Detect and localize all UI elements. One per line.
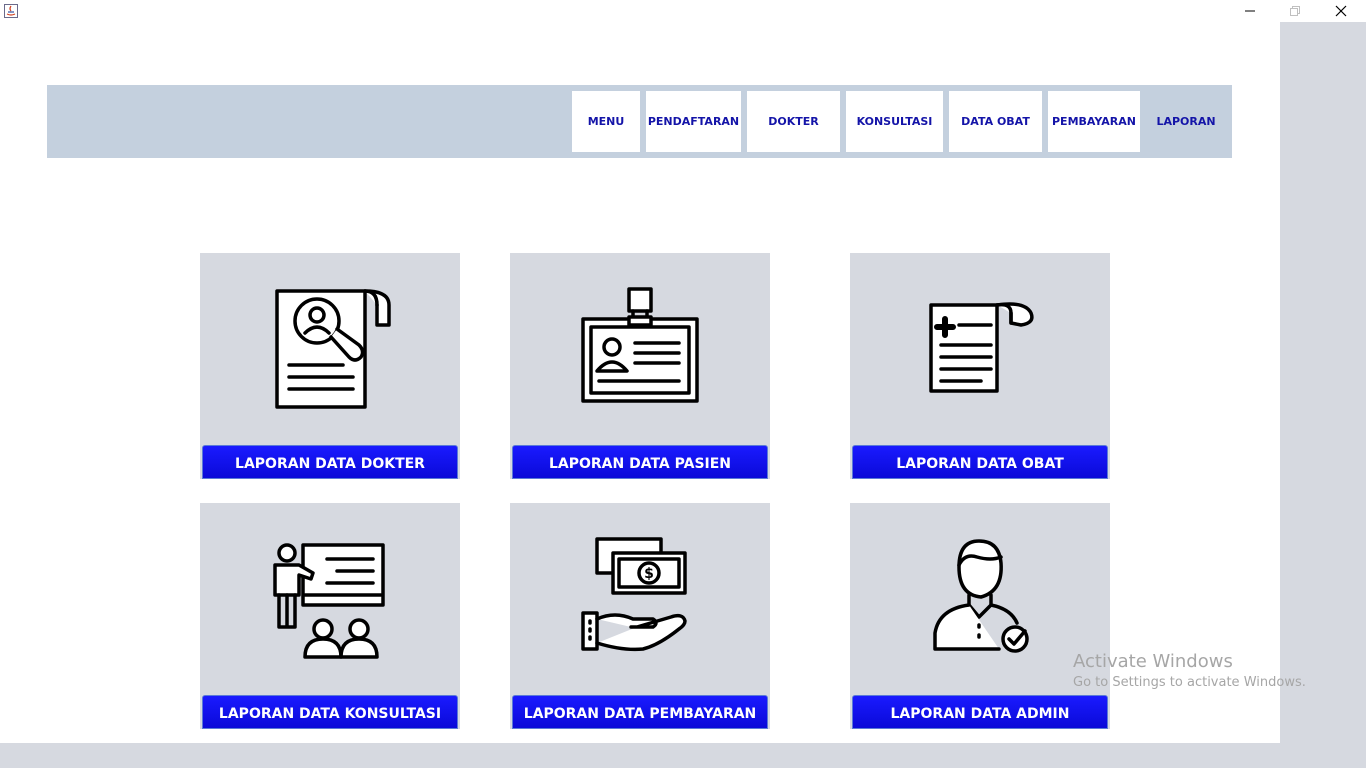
laporan-data-obat-button[interactable]: LAPORAN DATA OBAT <box>852 445 1108 479</box>
java-app-icon <box>3 3 19 19</box>
title-bar <box>0 0 1366 22</box>
nav-pendaftaran-button[interactable]: PENDAFTARAN <box>646 91 741 152</box>
activate-windows-watermark: Activate Windows Go to Settings to activ… <box>1073 651 1306 690</box>
minimize-button[interactable] <box>1227 0 1273 22</box>
nav-laporan-button[interactable]: LAPORAN <box>1146 91 1226 152</box>
svg-text:$: $ <box>644 566 654 582</box>
doctor-report-icon <box>200 253 460 443</box>
close-icon <box>1335 5 1347 17</box>
nav-konsultasi-button[interactable]: KONSULTASI <box>846 91 943 152</box>
laporan-data-admin-button[interactable]: LAPORAN DATA ADMIN <box>852 695 1108 729</box>
report-card-obat: LAPORAN DATA OBAT <box>850 253 1110 479</box>
nav-menu-button[interactable]: MENU <box>572 91 640 152</box>
close-button[interactable] <box>1318 0 1364 22</box>
report-card-konsultasi: LAPORAN DATA KONSULTASI <box>200 503 460 729</box>
id-card-icon <box>510 253 770 443</box>
nav-pembayaran-button[interactable]: PEMBAYARAN <box>1048 91 1140 152</box>
payment-icon: $ <box>510 503 770 693</box>
admin-user-icon <box>850 503 1110 693</box>
watermark-title: Activate Windows <box>1073 651 1233 672</box>
laporan-data-pembayaran-button[interactable]: LAPORAN DATA PEMBAYARAN <box>512 695 768 729</box>
prescription-icon <box>850 253 1110 443</box>
watermark-subtitle: Go to Settings to activate Windows. <box>1073 675 1306 690</box>
nav-data-obat-button[interactable]: DATA OBAT <box>949 91 1042 152</box>
minimize-icon <box>1244 5 1256 17</box>
navigation-bar: MENU PENDAFTARAN DOKTER KONSULTASI DATA … <box>47 85 1232 158</box>
report-card-pasien: LAPORAN DATA PASIEN <box>510 253 770 479</box>
maximize-button[interactable] <box>1272 0 1318 22</box>
nav-dokter-button[interactable]: DOKTER <box>747 91 840 152</box>
laporan-data-konsultasi-button[interactable]: LAPORAN DATA KONSULTASI <box>202 695 458 729</box>
report-card-pembayaran: $ LAPORAN DATA PEMBAYARAN <box>510 503 770 729</box>
report-card-dokter: LAPORAN DATA DOKTER <box>200 253 460 479</box>
report-card-admin: LAPORAN DATA ADMIN <box>850 503 1110 729</box>
presentation-icon <box>200 503 460 693</box>
laporan-data-pasien-button[interactable]: LAPORAN DATA PASIEN <box>512 445 768 479</box>
laporan-data-dokter-button[interactable]: LAPORAN DATA DOKTER <box>202 445 458 479</box>
restore-icon <box>1289 5 1301 17</box>
